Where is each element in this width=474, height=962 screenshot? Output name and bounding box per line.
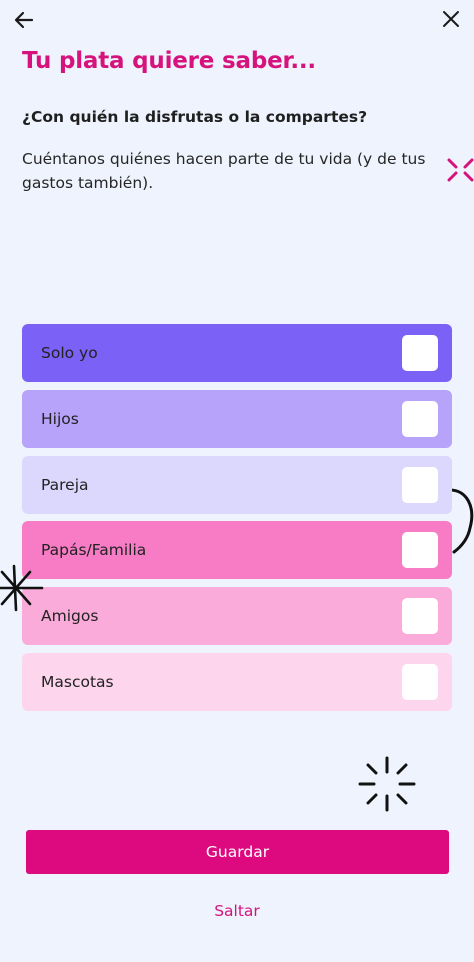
checkbox[interactable] <box>402 598 438 634</box>
option-label: Solo yo <box>41 344 98 362</box>
option-label: Amigos <box>41 607 99 625</box>
close-icon[interactable] <box>442 10 460 28</box>
star-burst-icon <box>0 564 44 612</box>
checkbox[interactable] <box>402 664 438 700</box>
checkbox[interactable] <box>402 335 438 371</box>
option-mascotas[interactable]: Mascotas <box>22 653 452 711</box>
option-solo-yo[interactable]: Solo yo <box>22 324 452 382</box>
page-title: Tu plata quiere saber... <box>22 48 316 74</box>
checkbox[interactable] <box>402 401 438 437</box>
sparkle-icon <box>447 158 474 182</box>
question-text: ¿Con quién la disfrutas o la compartes? <box>22 108 368 126</box>
top-bar <box>0 0 474 40</box>
option-label: Hijos <box>41 410 79 428</box>
option-papas-familia[interactable]: Papás/Familia <box>22 521 452 579</box>
sparkle-burst-icon <box>358 756 416 812</box>
checkbox[interactable] <box>402 532 438 568</box>
option-amigos[interactable]: Amigos <box>22 587 452 645</box>
option-label: Pareja <box>41 476 89 494</box>
arrow-left-icon[interactable] <box>12 8 36 32</box>
skip-link[interactable]: Saltar <box>0 902 474 920</box>
option-hijos[interactable]: Hijos <box>22 390 452 448</box>
description-text: Cuéntanos quiénes hacen parte de tu vida… <box>22 150 426 192</box>
option-label: Papás/Familia <box>41 541 147 559</box>
save-button[interactable]: Guardar <box>26 830 449 874</box>
option-label: Mascotas <box>41 673 114 691</box>
option-pareja[interactable]: Pareja <box>22 456 452 514</box>
checkbox[interactable] <box>402 467 438 503</box>
